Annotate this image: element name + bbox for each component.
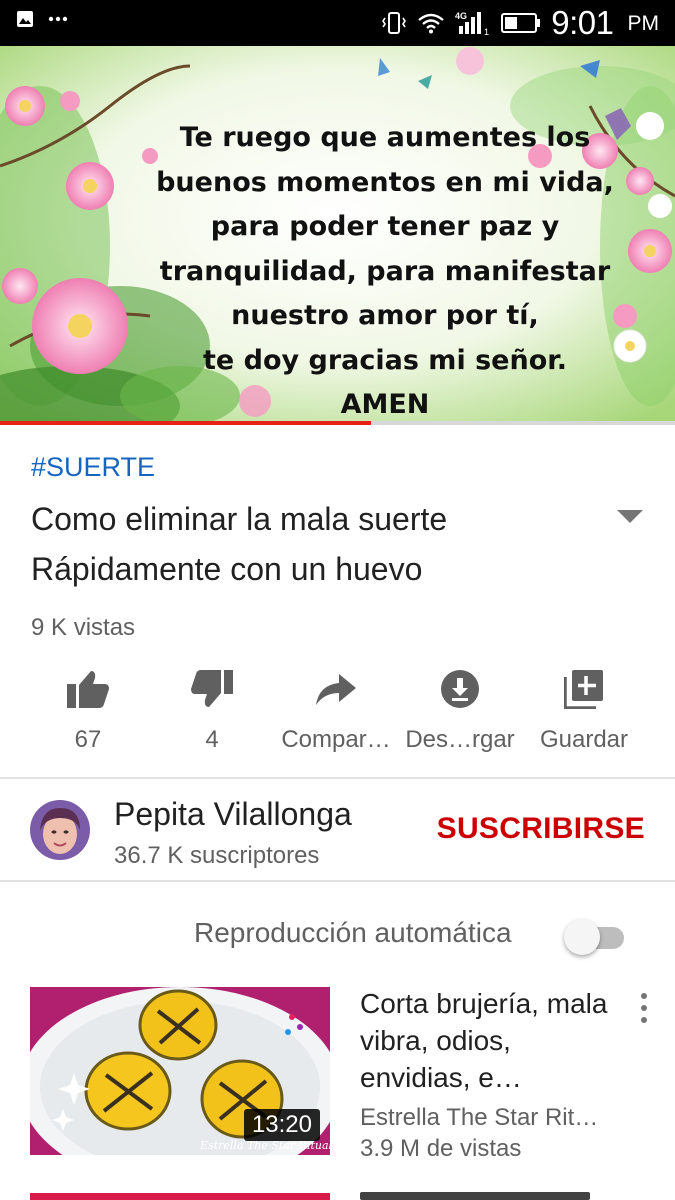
video-player[interactable]: Te ruego que aumentes los buenos momento… [0,46,675,423]
verse-line: te doy gracias mi señor. [203,344,567,376]
verse-line: nuestro amor por tí, [231,300,539,331]
like-count: 67 [74,726,102,753]
vibrate-icon [382,12,407,34]
action-bar: 67 4 Compar… Des…rgar Guardar [26,664,646,764]
more-notifications-icon [48,16,68,22]
verse-line: AMEN [340,389,430,420]
save-button[interactable]: Guardar [522,664,646,764]
clock-ampm: PM [627,12,660,35]
channel-name[interactable]: Pepita Vilallonga [114,796,352,833]
video-title: Como eliminar la mala suerte Rápidamente… [31,501,448,587]
like-button[interactable]: 67 [26,664,150,764]
save-label: Guardar [539,726,629,753]
toggle-thumb [564,919,600,955]
verse-line: para poder tener paz y [210,211,560,242]
video-duration: 13:20 [243,1109,320,1141]
verse-line: Te ruego que aumentes los [179,122,591,153]
svg-text:4G: 4G [455,11,467,21]
download-label: Des…rgar [405,726,515,753]
clock: 9:01 [551,4,614,41]
download-button[interactable]: Des…rgar [398,664,522,764]
view-count: 9 K vistas [31,614,136,641]
wifi-icon [418,13,445,34]
avatar-image [30,800,90,860]
subscribe-button[interactable]: SUSCRIBIRSE [437,812,645,846]
subscriber-count: 36.7 K suscriptores [114,842,320,869]
expand-description-icon[interactable] [612,502,648,528]
channel-avatar[interactable] [30,800,90,860]
divider [0,880,675,882]
dislike-button[interactable]: 4 [150,664,274,764]
next-item-title[interactable] [360,1192,640,1200]
download-icon [441,670,479,708]
up-next-title[interactable]: Corta brujería, mala vibra, odios, envid… [360,985,625,1096]
autoplay-toggle[interactable] [564,918,624,955]
video-progress-fill [0,421,372,425]
autoplay-label: Reproducción automática [194,917,512,948]
status-bar: 4G 1 9:01 PM [0,0,675,46]
thumbs-up-icon [67,671,109,708]
next-item-thumbnail[interactable] [30,1193,330,1200]
image-notification-icon [17,11,33,27]
share-button[interactable]: Compar… [274,664,398,764]
dislike-count: 4 [205,726,219,753]
video-overlay-text: Te ruego que aumentes los buenos momento… [140,116,630,423]
more-options-icon[interactable] [632,990,656,1026]
battery-icon [501,13,541,33]
svg-text:1: 1 [484,27,489,36]
add-to-playlist-icon [564,670,603,709]
share-label: Compar… [281,726,391,753]
up-next-channel: Estrella The Star Rit… [360,1104,599,1131]
share-icon [316,674,356,705]
hashtag-link[interactable]: #SUERTE [31,452,155,483]
signal-4g-icon: 4G 1 [455,11,489,36]
thumbs-down-icon [191,670,233,707]
up-next-thumbnail[interactable]: Estrella The Star Rituales 13:20 [30,987,330,1155]
up-next-views: 3.9 M de vistas [360,1135,522,1162]
verse-line: tranquilidad, para manifestar [159,255,611,287]
next-item-title-glyphs [360,1192,590,1200]
video-progress-bar[interactable] [0,421,675,425]
divider [0,777,675,779]
verse-line: buenos momentos en mi vida, [156,166,614,198]
